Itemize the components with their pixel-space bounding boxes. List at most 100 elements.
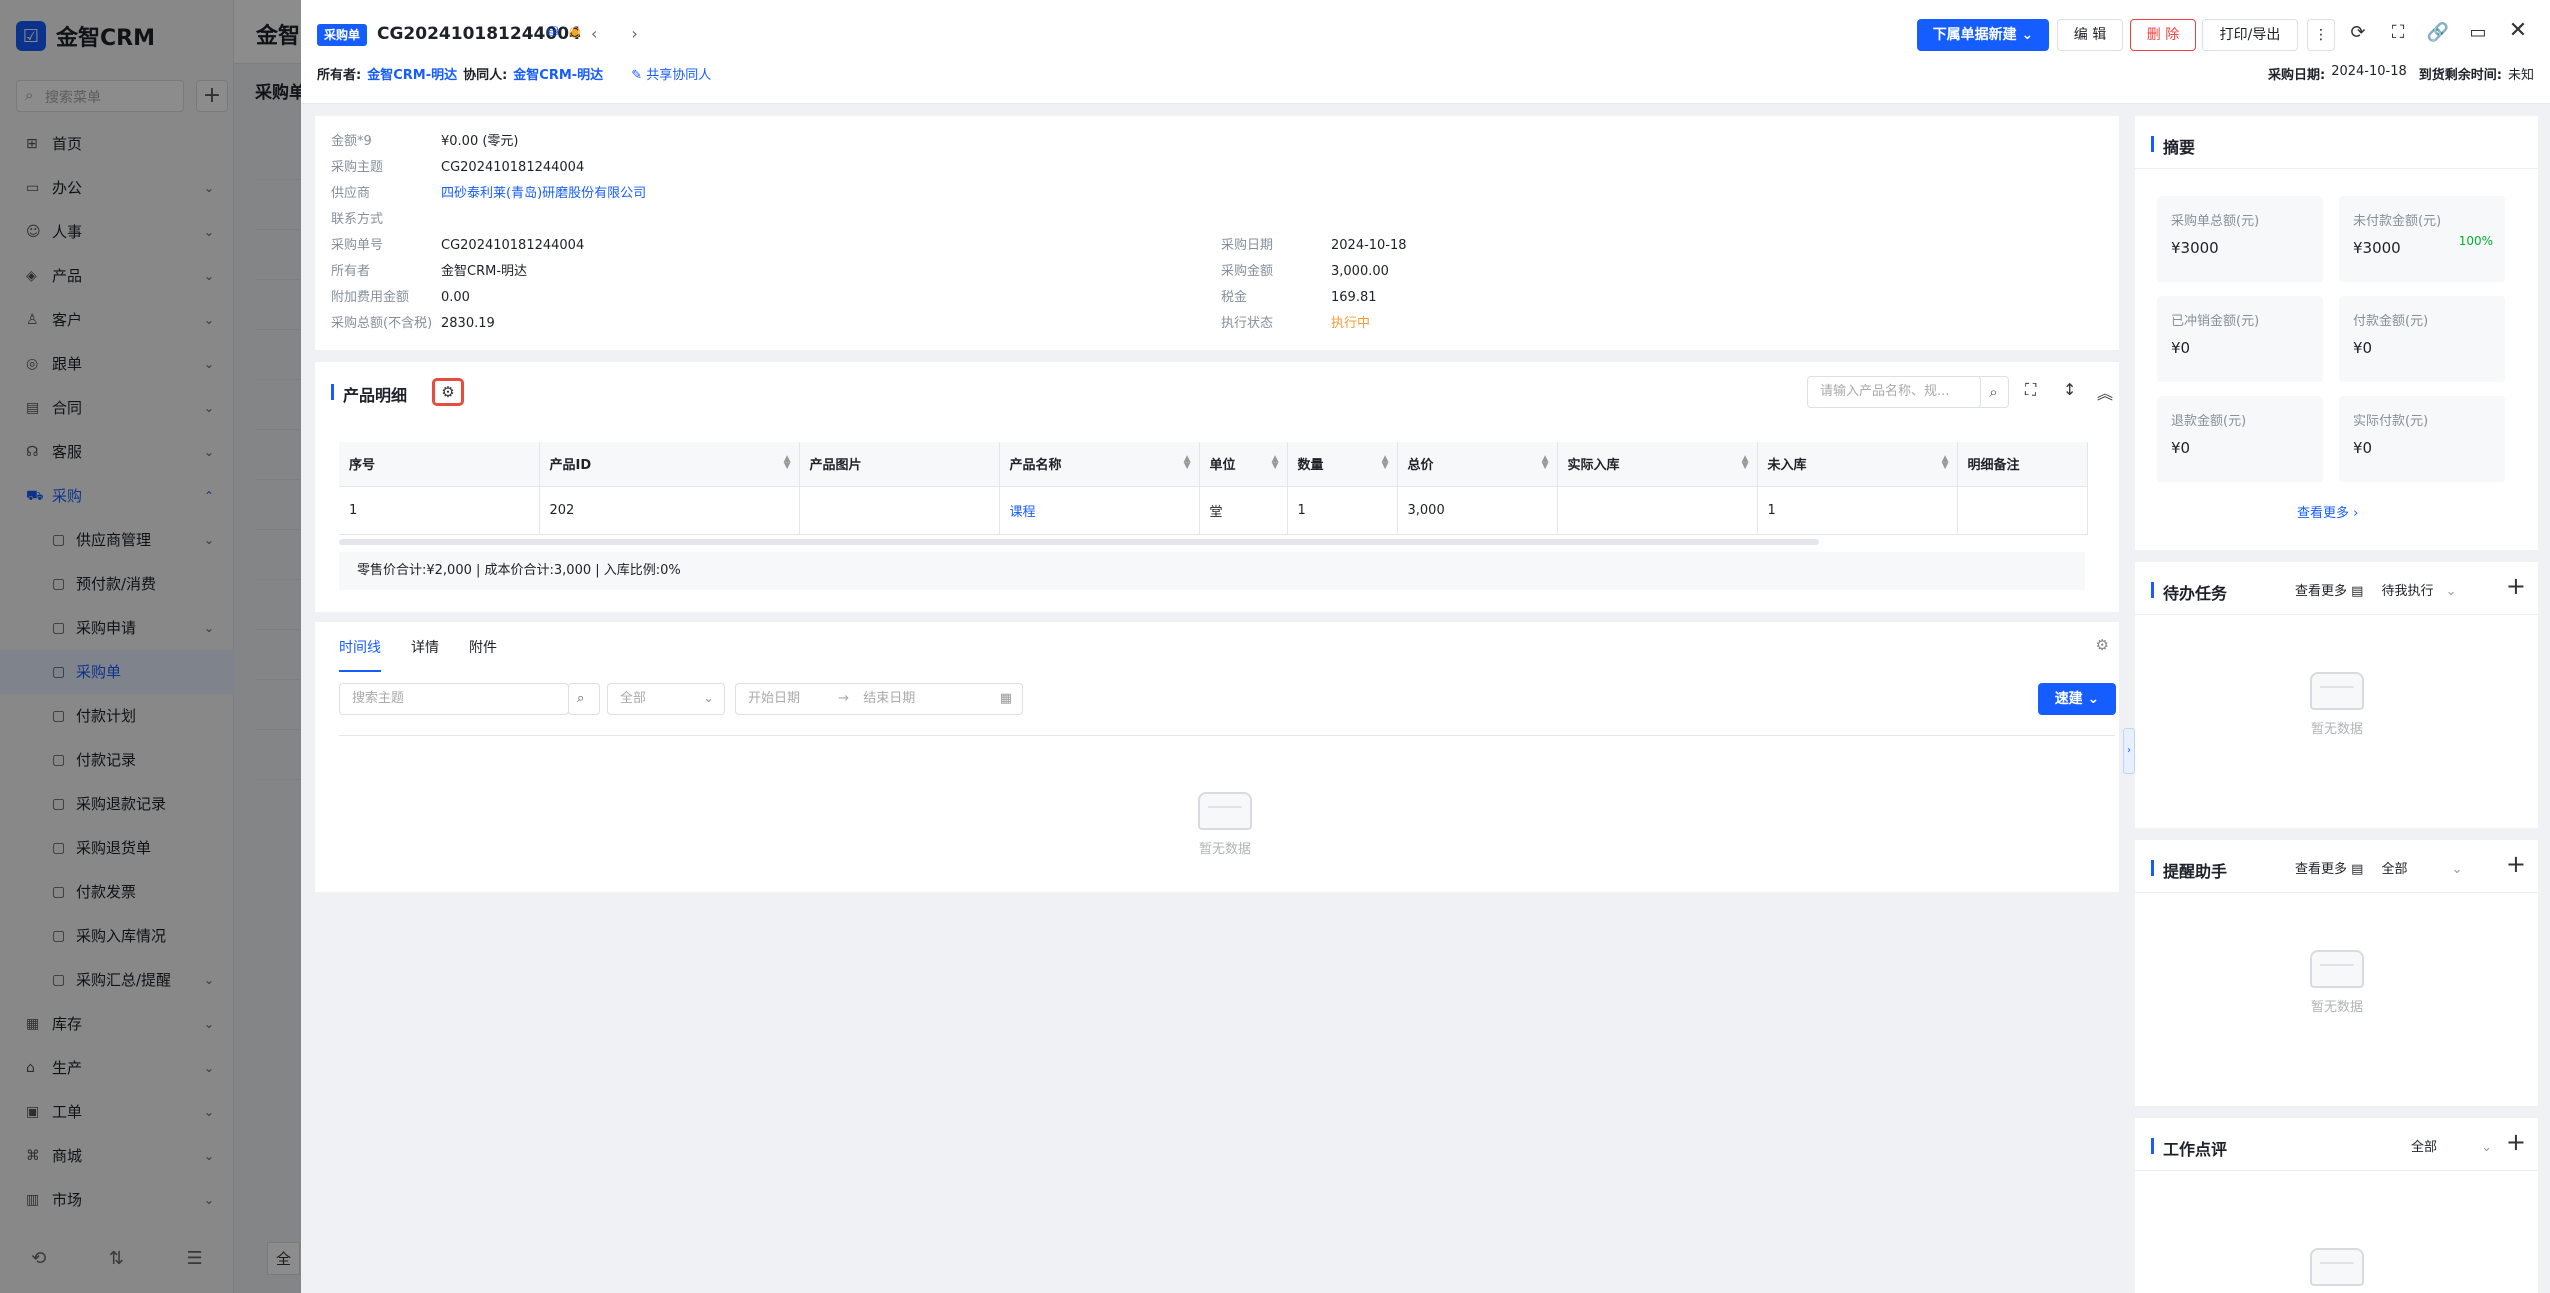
collapse-section-icon[interactable]: ︽ bbox=[2097, 380, 2113, 404]
timeline-search-icon[interactable]: ⌕ bbox=[568, 683, 600, 715]
collapse-right-panel-handle[interactable]: › bbox=[2123, 728, 2135, 774]
field-value: 执行中 bbox=[1331, 316, 1371, 331]
todo-add-icon[interactable]: + bbox=[2506, 572, 2526, 600]
fullscreen-icon[interactable]: ⛶ bbox=[2385, 22, 2411, 43]
summary-more-link[interactable]: 查看更多 › bbox=[2297, 502, 2358, 521]
column-header-label: 产品ID bbox=[549, 458, 592, 474]
info-field: 采购总额(不含税) 2830.19 bbox=[331, 315, 495, 333]
column-header-label: 未入库 bbox=[1767, 458, 1807, 474]
expand-table-icon[interactable]: ⛶ bbox=[2025, 380, 2036, 400]
column-header[interactable]: 单位 ▲ ▼ bbox=[1199, 442, 1288, 487]
review-add-icon[interactable]: + bbox=[2506, 1128, 2526, 1156]
column-header[interactable]: 未入库 ▲ ▼ bbox=[1757, 442, 1958, 487]
owner-link[interactable]: 金智CRM-明达 bbox=[367, 64, 457, 83]
table-cell: 1 bbox=[1287, 486, 1398, 535]
table-cell[interactable]: 课程 bbox=[999, 486, 1200, 535]
empty-box-icon bbox=[2310, 672, 2364, 710]
review-filter-select[interactable]: 全部 ⌄ bbox=[2411, 1136, 2492, 1155]
stat-value: ¥3000 bbox=[2171, 239, 2219, 257]
column-header[interactable]: 数量 ▲ ▼ bbox=[1287, 442, 1398, 487]
timeline-empty-text: 暂无数据 bbox=[1198, 842, 1251, 857]
field-value[interactable]: 四砂泰利莱(青岛)研磨股份有限公司 bbox=[441, 186, 646, 201]
sort-icon[interactable]: ▲ ▼ bbox=[784, 455, 791, 471]
bag-icon[interactable]: ⛁ bbox=[547, 24, 559, 43]
refresh-icon[interactable]: ⟳ bbox=[2345, 22, 2371, 43]
arrow-icon: → bbox=[838, 691, 850, 706]
collab-link[interactable]: 金智CRM-明达 bbox=[513, 64, 603, 83]
owner-label: 所有者: bbox=[317, 68, 362, 83]
row-height-icon[interactable]: ↕ bbox=[2063, 380, 2076, 399]
column-header-label: 数量 bbox=[1297, 458, 1324, 474]
quick-create-button[interactable]: 速建 ⌄ bbox=[2038, 683, 2116, 715]
field-value: ¥0.00 (零元) bbox=[441, 134, 519, 149]
sort-icon[interactable]: ▲ ▼ bbox=[1742, 455, 1749, 471]
sort-icon[interactable]: ▲ ▼ bbox=[1542, 455, 1549, 471]
column-header-label: 序号 bbox=[349, 458, 376, 474]
prev-icon[interactable]: ‹ bbox=[591, 24, 597, 43]
tab-timeline[interactable]: 时间线 bbox=[339, 628, 381, 672]
reminder-empty-text: 暂无数据 bbox=[2310, 1000, 2363, 1015]
chevron-down-icon: ⌄ bbox=[2481, 1140, 2493, 1155]
edit-button[interactable]: 编 辑 bbox=[2057, 19, 2123, 51]
todo-more-link[interactable]: 查看更多 ▤ bbox=[2295, 580, 2363, 599]
summary-stat: 未付款金额(元) ¥3000 100% bbox=[2339, 196, 2505, 282]
coin-icon[interactable]: ◉ bbox=[569, 24, 581, 43]
column-header[interactable]: 产品ID ▲ ▼ bbox=[539, 442, 800, 487]
table-summary: 零售价合计:¥2,000 | 成本价合计:3,000 | 入库比例:0% bbox=[339, 552, 2085, 590]
share-collab-link[interactable]: ✎ 共享协同人 bbox=[631, 64, 711, 83]
todo-empty: 暂无数据 bbox=[2277, 672, 2397, 737]
next-icon[interactable]: › bbox=[631, 24, 637, 43]
table-horizontal-scrollbar[interactable] bbox=[339, 539, 1819, 545]
todo-filter-select[interactable]: 待我执行 ⌄ bbox=[2381, 580, 2456, 599]
print-export-button[interactable]: 打印/导出 bbox=[2202, 19, 2298, 51]
close-icon[interactable]: ✕ bbox=[2505, 18, 2531, 43]
product-search-icon[interactable]: ⌕ bbox=[1979, 376, 2009, 408]
field-label: 供应商 bbox=[331, 186, 371, 201]
table-row: 1 202 课程堂 1 3,000 1 bbox=[339, 486, 2088, 535]
reminder-add-icon[interactable]: + bbox=[2506, 850, 2526, 878]
sort-icon[interactable]: ▲ ▼ bbox=[1382, 455, 1389, 471]
end-date-placeholder: 结束日期 bbox=[863, 691, 916, 706]
reminder-tools: 查看更多 ▤ 全部 ⌄ bbox=[2295, 858, 2463, 877]
more-button[interactable]: ⋮ bbox=[2307, 19, 2335, 51]
basic-info-card: 金额*9 ¥0.00 (零元) 采购主题 CG202410181244004 供应商 四砂… bbox=[315, 116, 2119, 350]
todo-tools: 查看更多 ▤ 待我执行 ⌄ bbox=[2295, 580, 2457, 599]
summary-stat: 已冲销金额(元) ¥0 bbox=[2157, 296, 2323, 382]
column-header[interactable]: 产品名称 ▲ ▼ bbox=[999, 442, 1200, 487]
reminder-more-link[interactable]: 查看更多 ▤ bbox=[2295, 858, 2363, 877]
link-icon[interactable]: 🔗 bbox=[2425, 22, 2451, 43]
dock-icon[interactable]: ▭ bbox=[2465, 22, 2491, 43]
timeline-settings-icon[interactable]: ⚙ bbox=[2096, 636, 2109, 654]
reminder-filter-select[interactable]: 全部 ⌄ bbox=[2381, 858, 2462, 877]
sort-icon[interactable]: ▲ ▼ bbox=[1272, 455, 1279, 471]
date-range-picker[interactable]: 开始日期 → 结束日期 ▦ bbox=[735, 683, 1023, 715]
column-header-label: 明细备注 bbox=[1967, 458, 2020, 474]
timeline-type-select[interactable]: 全部 ⌄ bbox=[607, 683, 725, 715]
quick-create-label: 速建 bbox=[2054, 691, 2083, 707]
field-label: 所有者 bbox=[331, 264, 371, 279]
review-card: 工作点评 全部 ⌄ + bbox=[2135, 1118, 2538, 1293]
review-tools: 全部 ⌄ bbox=[2411, 1136, 2492, 1155]
column-header: 明细备注 bbox=[1957, 442, 2088, 487]
timeline-tabs: 时间线 详情 附件 bbox=[339, 628, 497, 672]
column-settings-gear-icon[interactable]: ⚙ bbox=[432, 378, 464, 406]
sort-icon[interactable]: ▲ ▼ bbox=[1184, 455, 1191, 471]
create-sub-doc-button[interactable]: 下属单据新建 ⌄ bbox=[1917, 19, 2049, 51]
chevron-down-icon: ⌄ bbox=[703, 691, 714, 706]
column-header[interactable]: 总价 ▲ ▼ bbox=[1397, 442, 1558, 487]
reminder-empty: 暂无数据 bbox=[2277, 950, 2397, 1015]
field-value: CG202410181244004 bbox=[441, 238, 585, 253]
empty-box-icon bbox=[1198, 792, 1252, 830]
summary-stat: 付款金额(元) ¥0 bbox=[2339, 296, 2505, 382]
product-search-input[interactable]: 请输入产品名称、规... bbox=[1807, 376, 1981, 408]
stat-label: 未付款金额(元) bbox=[2353, 214, 2442, 229]
tab-attachments[interactable]: 附件 bbox=[469, 628, 497, 672]
column-header-label: 实际入库 bbox=[1567, 458, 1620, 474]
sort-icon[interactable]: ▲ ▼ bbox=[1942, 455, 1949, 471]
column-header[interactable]: 实际入库 ▲ ▼ bbox=[1557, 442, 1758, 487]
delete-button[interactable]: 删 除 bbox=[2130, 19, 2196, 51]
calendar-icon: ▦ bbox=[999, 691, 1012, 706]
table-cell bbox=[1557, 486, 1758, 535]
tab-details[interactable]: 详情 bbox=[411, 628, 439, 672]
timeline-search-input[interactable]: 搜索主题 bbox=[339, 683, 569, 715]
